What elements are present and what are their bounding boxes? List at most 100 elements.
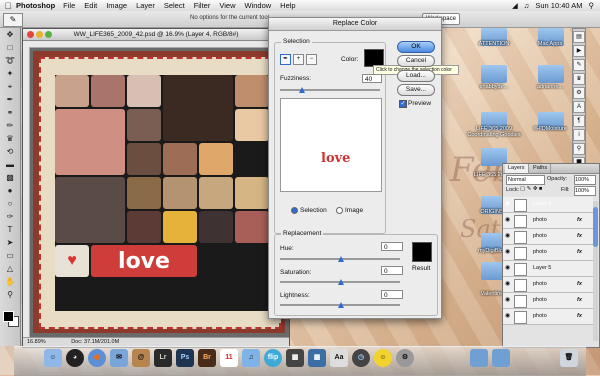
eye-icon[interactable]: ◉ bbox=[505, 297, 511, 303]
layers-scrollbar[interactable] bbox=[593, 201, 598, 341]
preview-checkbox[interactable]: ✓ bbox=[399, 100, 407, 108]
minimize-icon[interactable] bbox=[36, 31, 43, 38]
history-brush-icon[interactable]: ⟲ bbox=[2, 146, 18, 158]
fill-input[interactable]: 100% bbox=[574, 186, 596, 196]
fx-icon[interactable]: fx bbox=[577, 229, 582, 244]
menu-file[interactable]: File bbox=[63, 1, 75, 10]
photo-booth-icon[interactable]: ▦ bbox=[286, 349, 304, 367]
layer-row[interactable]: ◉ Layer 4 bbox=[503, 197, 593, 213]
clone-stamp-icon[interactable]: ♛ bbox=[2, 133, 18, 145]
layers-scroll-thumb[interactable] bbox=[593, 207, 598, 247]
folder-icon[interactable] bbox=[492, 349, 510, 367]
hue-input[interactable]: 0 bbox=[381, 242, 403, 251]
info-panel-icon[interactable]: i bbox=[573, 129, 585, 141]
fuzziness-slider[interactable] bbox=[280, 89, 380, 91]
paragraph-panel-icon[interactable]: ¶ bbox=[573, 115, 585, 127]
saturation-input[interactable]: 0 bbox=[381, 266, 403, 275]
app-menu[interactable]: Photoshop bbox=[16, 1, 55, 10]
lightness-input[interactable]: 0 bbox=[381, 290, 403, 299]
gradient-tool-icon[interactable]: ▩ bbox=[2, 172, 18, 184]
layer-row[interactable]: ◉ Layer 5 bbox=[503, 261, 593, 277]
firefox-icon[interactable]: ◉ bbox=[88, 349, 106, 367]
menu-view[interactable]: View bbox=[219, 1, 235, 10]
menu-select[interactable]: Select bbox=[164, 1, 185, 10]
3d-tool-icon[interactable]: △ bbox=[2, 263, 18, 275]
eyedropper-tool-icon[interactable]: ✒ bbox=[2, 94, 18, 106]
spotlight-icon[interactable]: ⚲ bbox=[589, 1, 595, 10]
radio-image[interactable]: Image bbox=[336, 207, 363, 214]
foreground-color-swatch[interactable] bbox=[3, 311, 14, 322]
path-select-icon[interactable]: ➤ bbox=[2, 237, 18, 249]
fx-icon[interactable]: fx bbox=[577, 293, 582, 308]
healing-brush-icon[interactable]: ⚭ bbox=[2, 107, 18, 119]
fuzziness-slider-thumb[interactable] bbox=[299, 87, 305, 93]
eyedropper-icon[interactable]: ✒ bbox=[280, 54, 291, 65]
shape-tool-icon[interactable]: ▭ bbox=[2, 250, 18, 262]
menu-edit[interactable]: Edit bbox=[84, 1, 97, 10]
zoom-level[interactable]: 16.89% bbox=[27, 339, 46, 345]
menu-window[interactable]: Window bbox=[244, 1, 271, 10]
blur-tool-icon[interactable]: ● bbox=[2, 185, 18, 197]
character-panel-icon[interactable]: A bbox=[573, 101, 585, 113]
save-button[interactable]: Save... bbox=[397, 84, 435, 96]
result-color-swatch[interactable] bbox=[412, 242, 432, 262]
actions-panel-icon[interactable]: ▶ bbox=[573, 45, 585, 57]
eye-icon[interactable]: ◉ bbox=[505, 201, 511, 207]
opacity-input[interactable]: 100% bbox=[574, 175, 596, 185]
mail-icon[interactable]: ✉ bbox=[110, 349, 128, 367]
layer-row[interactable]: ◉ photo fx bbox=[503, 309, 593, 325]
radio-selection[interactable]: Selection bbox=[291, 207, 327, 214]
eyedropper-plus-icon[interactable]: + bbox=[293, 54, 304, 65]
trash-icon[interactable]: 🗑 bbox=[560, 349, 578, 367]
eyedropper-minus-icon[interactable]: − bbox=[306, 54, 317, 65]
wifi-icon[interactable]: ◢ bbox=[512, 1, 518, 10]
layer-row[interactable]: ◉ photo fx bbox=[503, 229, 593, 245]
itunes-icon[interactable]: ♫ bbox=[242, 349, 260, 367]
brush-tool-icon[interactable]: ✏ bbox=[2, 120, 18, 132]
time-machine-icon[interactable]: ◷ bbox=[352, 349, 370, 367]
eye-icon[interactable]: ◉ bbox=[505, 265, 511, 271]
folder-icon[interactable] bbox=[470, 349, 488, 367]
load-button[interactable]: Load... bbox=[397, 70, 435, 82]
lightness-slider-thumb[interactable] bbox=[338, 302, 344, 308]
menu-layer[interactable]: Layer bbox=[136, 1, 155, 10]
eye-icon[interactable]: ◉ bbox=[505, 217, 511, 223]
close-icon[interactable] bbox=[27, 31, 34, 38]
apple-menu-icon[interactable]:  bbox=[0, 1, 16, 11]
saturation-slider-thumb[interactable] bbox=[338, 279, 344, 285]
photoshop-icon[interactable]: Ps bbox=[176, 349, 194, 367]
fx-icon[interactable]: fx bbox=[577, 245, 582, 260]
magic-wand-icon[interactable]: ✦ bbox=[2, 68, 18, 80]
fx-icon[interactable]: fx bbox=[577, 309, 582, 324]
menu-filter[interactable]: Filter bbox=[194, 1, 211, 10]
eye-icon[interactable]: ◉ bbox=[505, 281, 511, 287]
menu-image[interactable]: Image bbox=[106, 1, 127, 10]
marquee-tool-icon[interactable]: □ bbox=[2, 42, 18, 54]
pen-tool-icon[interactable]: ✑ bbox=[2, 211, 18, 223]
history-panel-icon[interactable]: ▤ bbox=[573, 31, 585, 43]
eye-icon[interactable]: ◉ bbox=[505, 313, 511, 319]
canvas[interactable]: ♥ love bbox=[33, 51, 285, 333]
ok-button[interactable]: OK bbox=[397, 41, 435, 53]
fuzziness-input[interactable]: 40 bbox=[362, 74, 382, 83]
tool-preset-picker[interactable]: ✎ bbox=[3, 13, 23, 27]
clone-source-panel-icon[interactable]: ♛ bbox=[573, 73, 585, 85]
hand-tool-icon[interactable]: ✋ bbox=[2, 276, 18, 288]
type-tool-icon[interactable]: T bbox=[2, 224, 18, 236]
zoom-tool-icon[interactable]: ⚲ bbox=[2, 289, 18, 301]
adium-icon[interactable]: ☺ bbox=[374, 349, 392, 367]
lasso-tool-icon[interactable]: ➰ bbox=[2, 55, 18, 67]
layer-row[interactable]: ◉ photo fx bbox=[503, 277, 593, 293]
flip-icon[interactable]: flip bbox=[264, 349, 282, 367]
zoom-icon[interactable] bbox=[45, 31, 52, 38]
move-tool-icon[interactable]: ✥ bbox=[2, 29, 18, 41]
lock-icon[interactable]: ▢ ✎ ✥ ■ bbox=[520, 186, 542, 192]
layer-row[interactable]: ◉ photo fx bbox=[503, 293, 593, 309]
hue-slider-thumb[interactable] bbox=[338, 256, 344, 262]
ical-icon[interactable]: 11 bbox=[220, 349, 238, 367]
dictionary-icon[interactable]: Aa bbox=[330, 349, 348, 367]
eye-icon[interactable]: ◉ bbox=[505, 233, 511, 239]
brushes-panel-icon[interactable]: ✎ bbox=[573, 59, 585, 71]
volume-icon[interactable]: ♫ bbox=[524, 1, 530, 10]
system-preferences-icon[interactable]: ⚙ bbox=[396, 349, 414, 367]
